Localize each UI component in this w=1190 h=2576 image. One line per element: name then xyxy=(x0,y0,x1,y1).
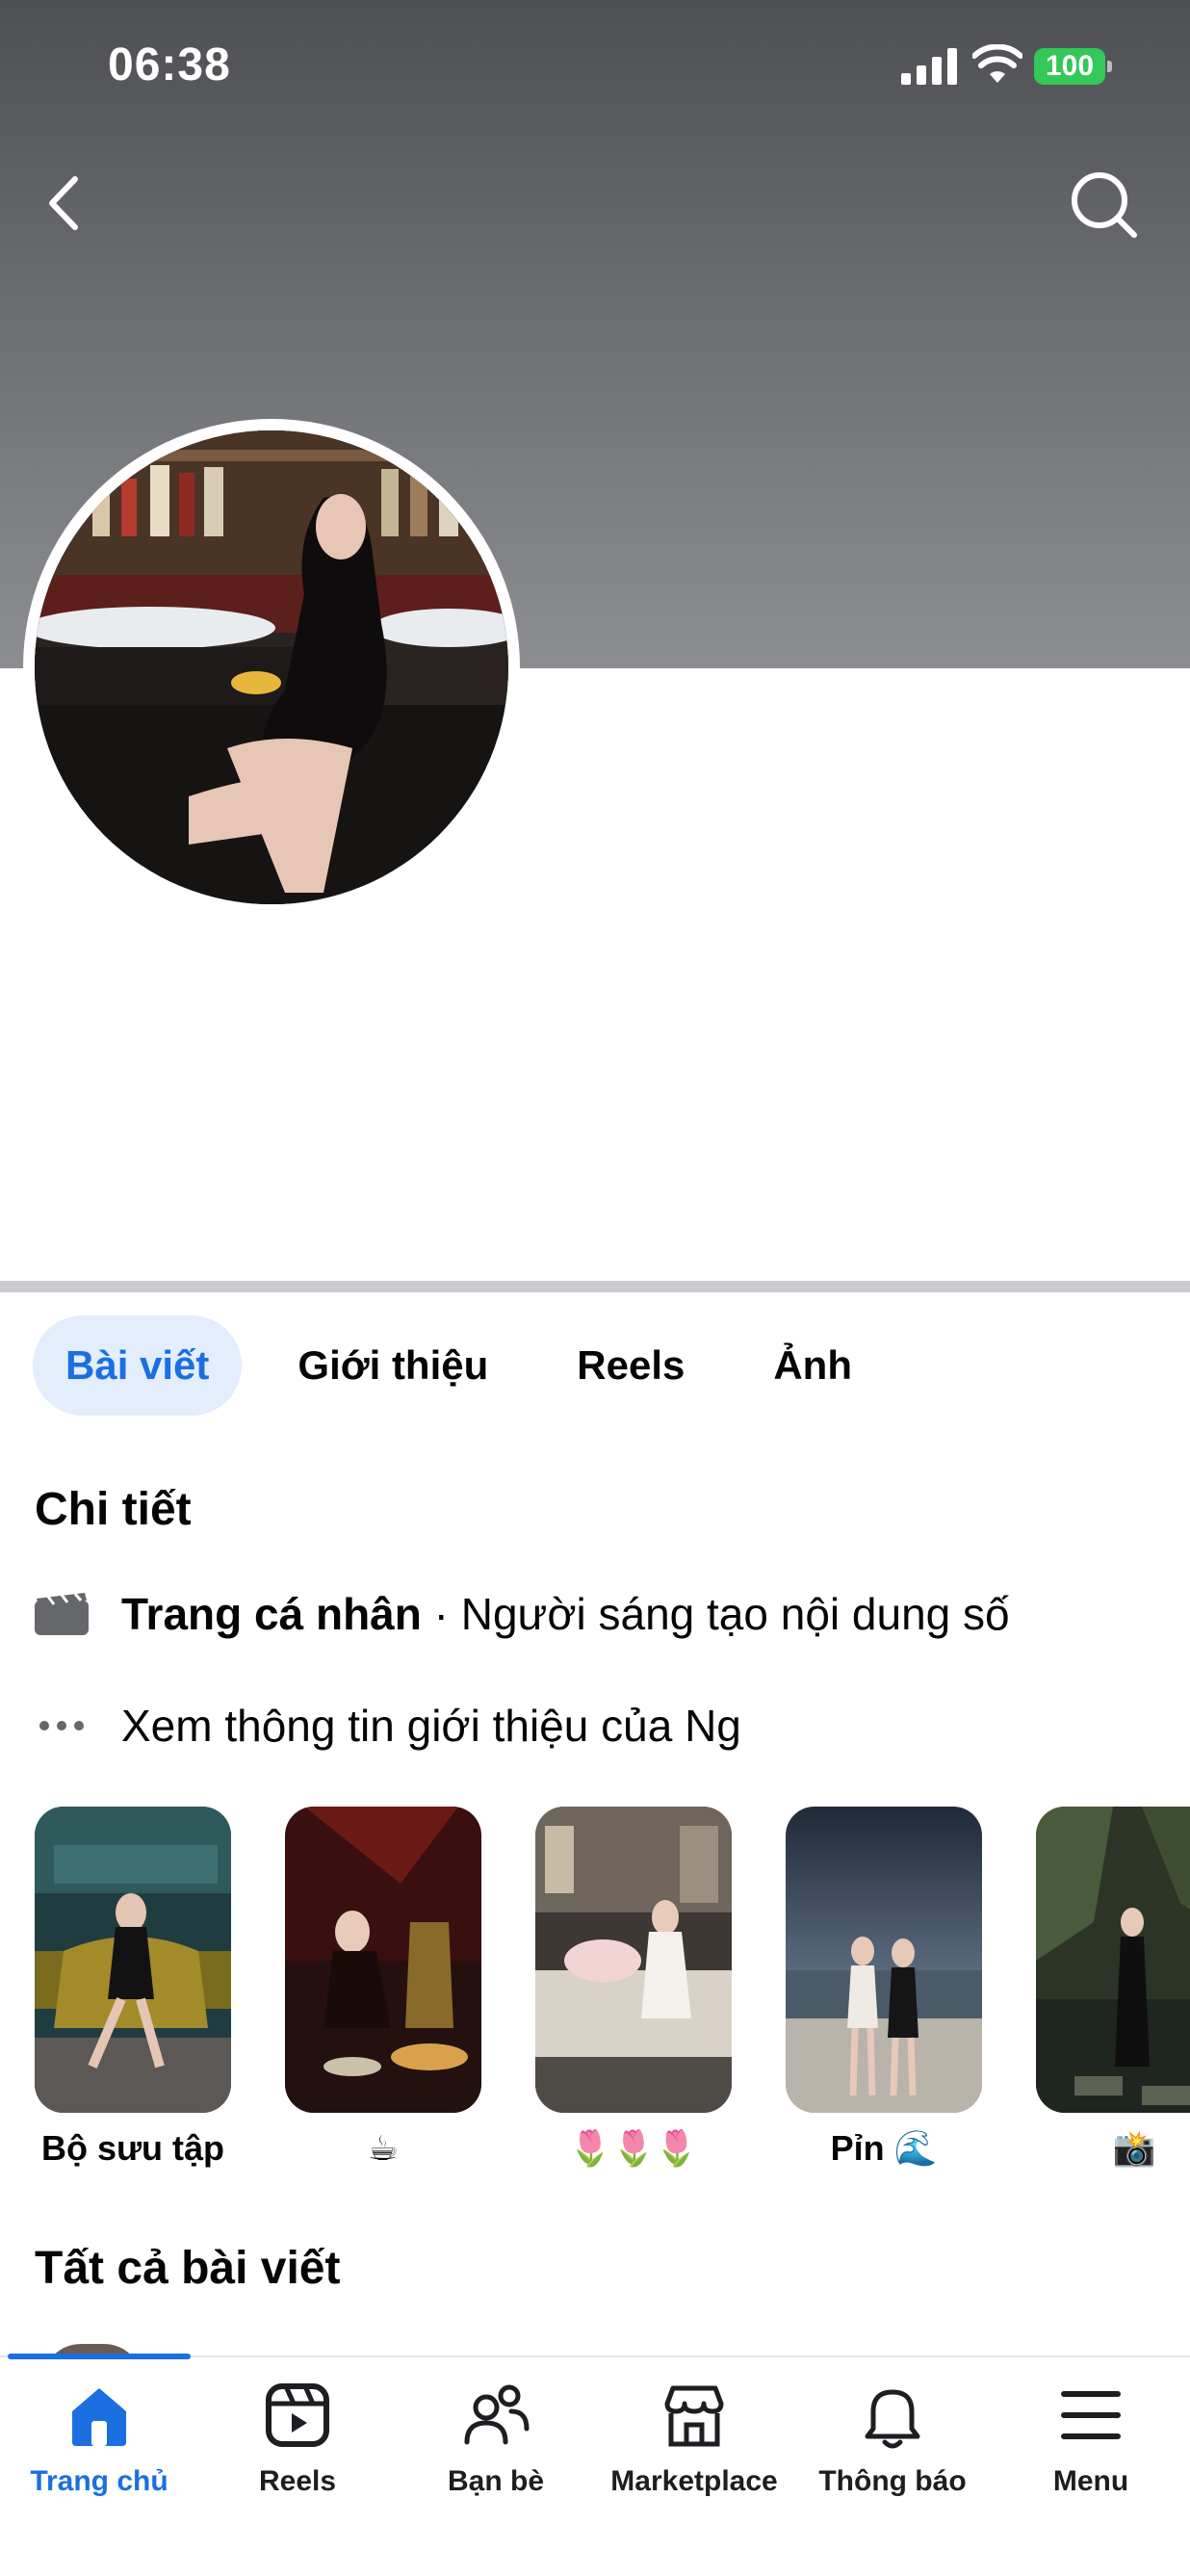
battery-level: 100 xyxy=(1034,48,1105,85)
highlight-item[interactable]: Pỉn 🌊 xyxy=(786,1807,982,2169)
nav-label: Bạn bè xyxy=(447,2465,545,2497)
home-icon xyxy=(72,2388,126,2446)
chevron-left-icon[interactable] xyxy=(39,169,92,237)
friends-icon xyxy=(464,2384,530,2445)
highlight-item[interactable]: Bộ sưu tập xyxy=(35,1807,231,2169)
menu-icon xyxy=(1061,2391,1121,2439)
highlight-cover xyxy=(786,1807,982,2113)
status-time: 06:38 xyxy=(108,39,231,91)
profile-tabs: Bài viết Giới thiệu Reels Ảnh xyxy=(33,1315,908,1416)
active-tab-indicator xyxy=(8,2354,191,2359)
highlight-cover xyxy=(35,1807,231,2113)
tab-reels[interactable]: Reels xyxy=(544,1315,717,1416)
nav-label: Trang chủ xyxy=(30,2465,168,2497)
details-heading: Chi tiết xyxy=(35,1484,192,1535)
signal-icon xyxy=(901,48,957,85)
battery-icon: 100 xyxy=(1034,48,1113,85)
nav-home[interactable]: Trang chủ xyxy=(0,2379,198,2523)
highlight-item[interactable]: 📸 xyxy=(1036,1807,1190,2169)
highlight-label: ☕ xyxy=(367,2128,400,2168)
tab-photos[interactable]: Ảnh xyxy=(740,1315,885,1416)
nav-label: Menu xyxy=(1052,2465,1129,2497)
highlight-item[interactable]: ☕ xyxy=(285,1807,481,2169)
highlight-cover xyxy=(285,1807,481,2113)
highlight-label: 🌷🌷🌷 xyxy=(568,2128,699,2168)
clapperboard-icon xyxy=(35,1593,89,1635)
highlight-label: Pỉn 🌊 xyxy=(830,2128,938,2168)
highlight-cover xyxy=(1036,1807,1190,2113)
category-row: Trang cá nhân · Người sáng tạo nội dung … xyxy=(35,1585,1010,1643)
highlight-label: 📸 xyxy=(1112,2128,1156,2168)
status-bar: 06:38 100 xyxy=(0,0,1190,135)
nav-label: Thông báo xyxy=(818,2465,967,2497)
more-info-link[interactable]: Xem thông tin giới thiệu của Ng xyxy=(121,1700,741,1752)
nav-friends[interactable]: Bạn bè xyxy=(397,2379,595,2523)
wifi-icon xyxy=(972,44,1022,83)
nav-marketplace[interactable]: Marketplace xyxy=(595,2379,793,2523)
nav-reels[interactable]: Reels xyxy=(198,2379,397,2523)
nav-label: Marketplace xyxy=(610,2465,778,2497)
tab-about[interactable]: Giới thiệu xyxy=(265,1315,521,1416)
section-divider xyxy=(0,1281,1190,1292)
bell-icon xyxy=(865,2389,920,2449)
highlight-label: Bộ sưu tập xyxy=(40,2128,225,2168)
nav-label: Reels xyxy=(258,2465,337,2497)
reels-icon xyxy=(266,2383,329,2447)
nav-menu[interactable]: Menu xyxy=(992,2379,1190,2523)
profile-avatar[interactable] xyxy=(35,430,508,904)
category-description: · Người sáng tạo nội dung số xyxy=(421,1589,1010,1639)
nav-notifications[interactable]: Thông báo xyxy=(793,2379,992,2523)
more-info-row[interactable]: Xem thông tin giới thiệu của Ng xyxy=(35,1697,741,1755)
search-icon[interactable] xyxy=(1067,168,1140,241)
marketplace-icon xyxy=(664,2385,724,2447)
more-dots-icon xyxy=(35,1704,89,1747)
all-posts-heading: Tất cả bài viết xyxy=(35,2243,341,2294)
highlight-item[interactable]: 🌷🌷🌷 xyxy=(535,1807,732,2169)
highlight-cover xyxy=(535,1807,732,2113)
category-type: Trang cá nhân xyxy=(121,1589,422,1639)
tab-posts[interactable]: Bài viết xyxy=(33,1315,243,1416)
